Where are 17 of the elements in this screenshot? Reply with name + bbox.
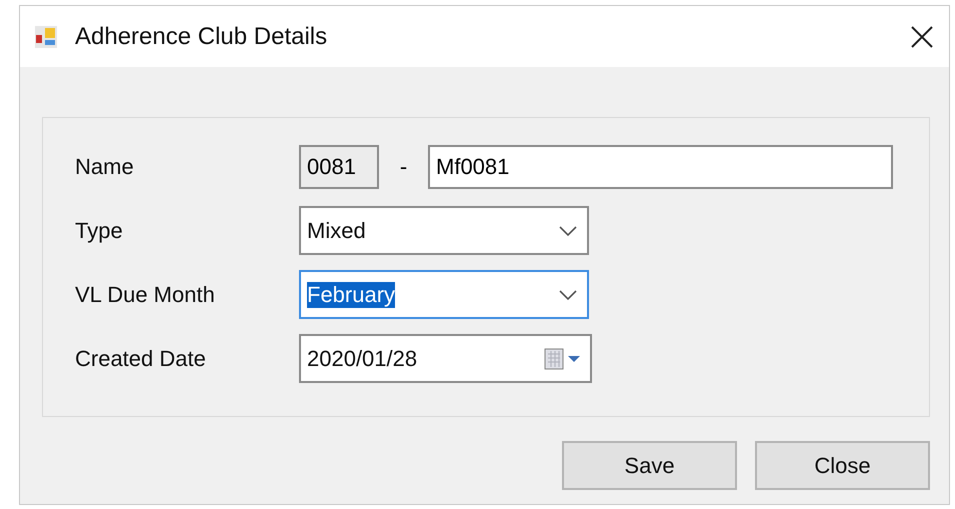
chevron-icon: [559, 226, 577, 236]
field-label: Created Date: [75, 346, 207, 372]
dialog-button[interactable]: Close: [755, 441, 930, 490]
separator-text: -: [398, 154, 408, 180]
dialog-button[interactable]: Save: [562, 441, 737, 490]
code-field: 0081: [299, 144, 379, 188]
dropdown-field[interactable]: Mixed: [299, 206, 589, 255]
chevron-icon: [558, 290, 577, 300]
date-picker[interactable]: 2020/01/28: [299, 334, 592, 383]
close-icon[interactable]: [910, 24, 934, 48]
field-label: Type: [75, 218, 124, 244]
name-field[interactable]: Mf0081: [428, 144, 893, 188]
field-label: VL Due Month: [75, 282, 216, 308]
field-label: Name: [75, 154, 135, 180]
dropdown-field[interactable]: February: [299, 270, 589, 319]
app-icon: [35, 26, 57, 48]
window-title: Adherence Club Details: [75, 22, 328, 50]
